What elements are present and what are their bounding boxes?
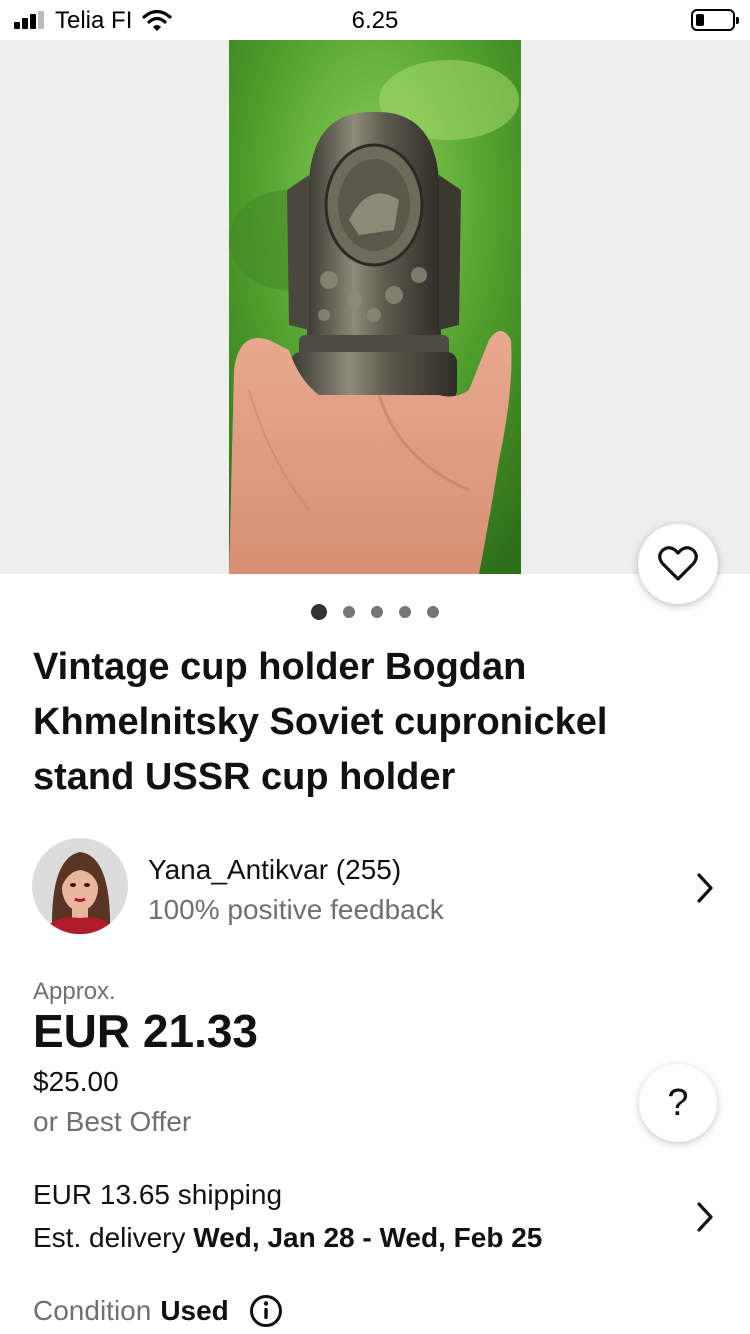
best-offer-label: or Best Offer	[33, 1106, 192, 1137]
gallery-pagination	[0, 603, 750, 621]
status-bar: Telia FI 6.25	[0, 0, 750, 40]
seller-feedback: 100% positive feedback	[148, 894, 444, 925]
help-icon: ?	[667, 1081, 689, 1124]
pagination-dot[interactable]	[343, 606, 355, 618]
chevron-right-icon[interactable]	[695, 872, 715, 904]
help-button[interactable]: ?	[639, 1064, 717, 1142]
pagination-dot[interactable]	[371, 606, 383, 618]
status-time: 6.25	[351, 7, 399, 34]
shipping-chevron-right-icon[interactable]	[695, 1201, 715, 1233]
product-photo[interactable]	[229, 40, 521, 574]
condition-label: Condition	[33, 1295, 152, 1326]
seller-avatar	[32, 838, 128, 934]
image-gallery[interactable]	[0, 40, 750, 574]
condition-value: Used	[160, 1295, 229, 1326]
listing-title: Vintage cup holder Bogdan Khmelnitsky So…	[33, 646, 608, 798]
seller-row[interactable]: Yana_Antikvar (255) 100% positive feedba…	[0, 836, 750, 936]
approx-label: Approx.	[33, 978, 116, 1005]
info-icon[interactable]	[249, 1294, 283, 1328]
seller-name[interactable]: Yana_Antikvar (255)	[148, 854, 401, 886]
condition-row: Condition Used	[33, 1294, 283, 1328]
battery-icon	[691, 9, 739, 31]
pagination-dot[interactable]	[427, 606, 439, 618]
pagination-dot[interactable]	[399, 606, 411, 618]
delivery-label: Est. delivery	[33, 1222, 186, 1253]
shipping-cost: EUR 13.65 shipping	[33, 1179, 283, 1210]
pagination-dot-active[interactable]	[311, 604, 327, 620]
converted-price: EUR 21.33	[33, 1005, 259, 1057]
estimated-delivery: Est. delivery Wed, Jan 28 - Wed, Feb 25	[33, 1222, 542, 1254]
heart-icon	[658, 546, 698, 581]
delivery-dates: Wed, Jan 28 - Wed, Feb 25	[193, 1222, 543, 1253]
watch-heart-button[interactable]	[638, 524, 718, 604]
original-price: $25.00	[33, 1066, 119, 1097]
